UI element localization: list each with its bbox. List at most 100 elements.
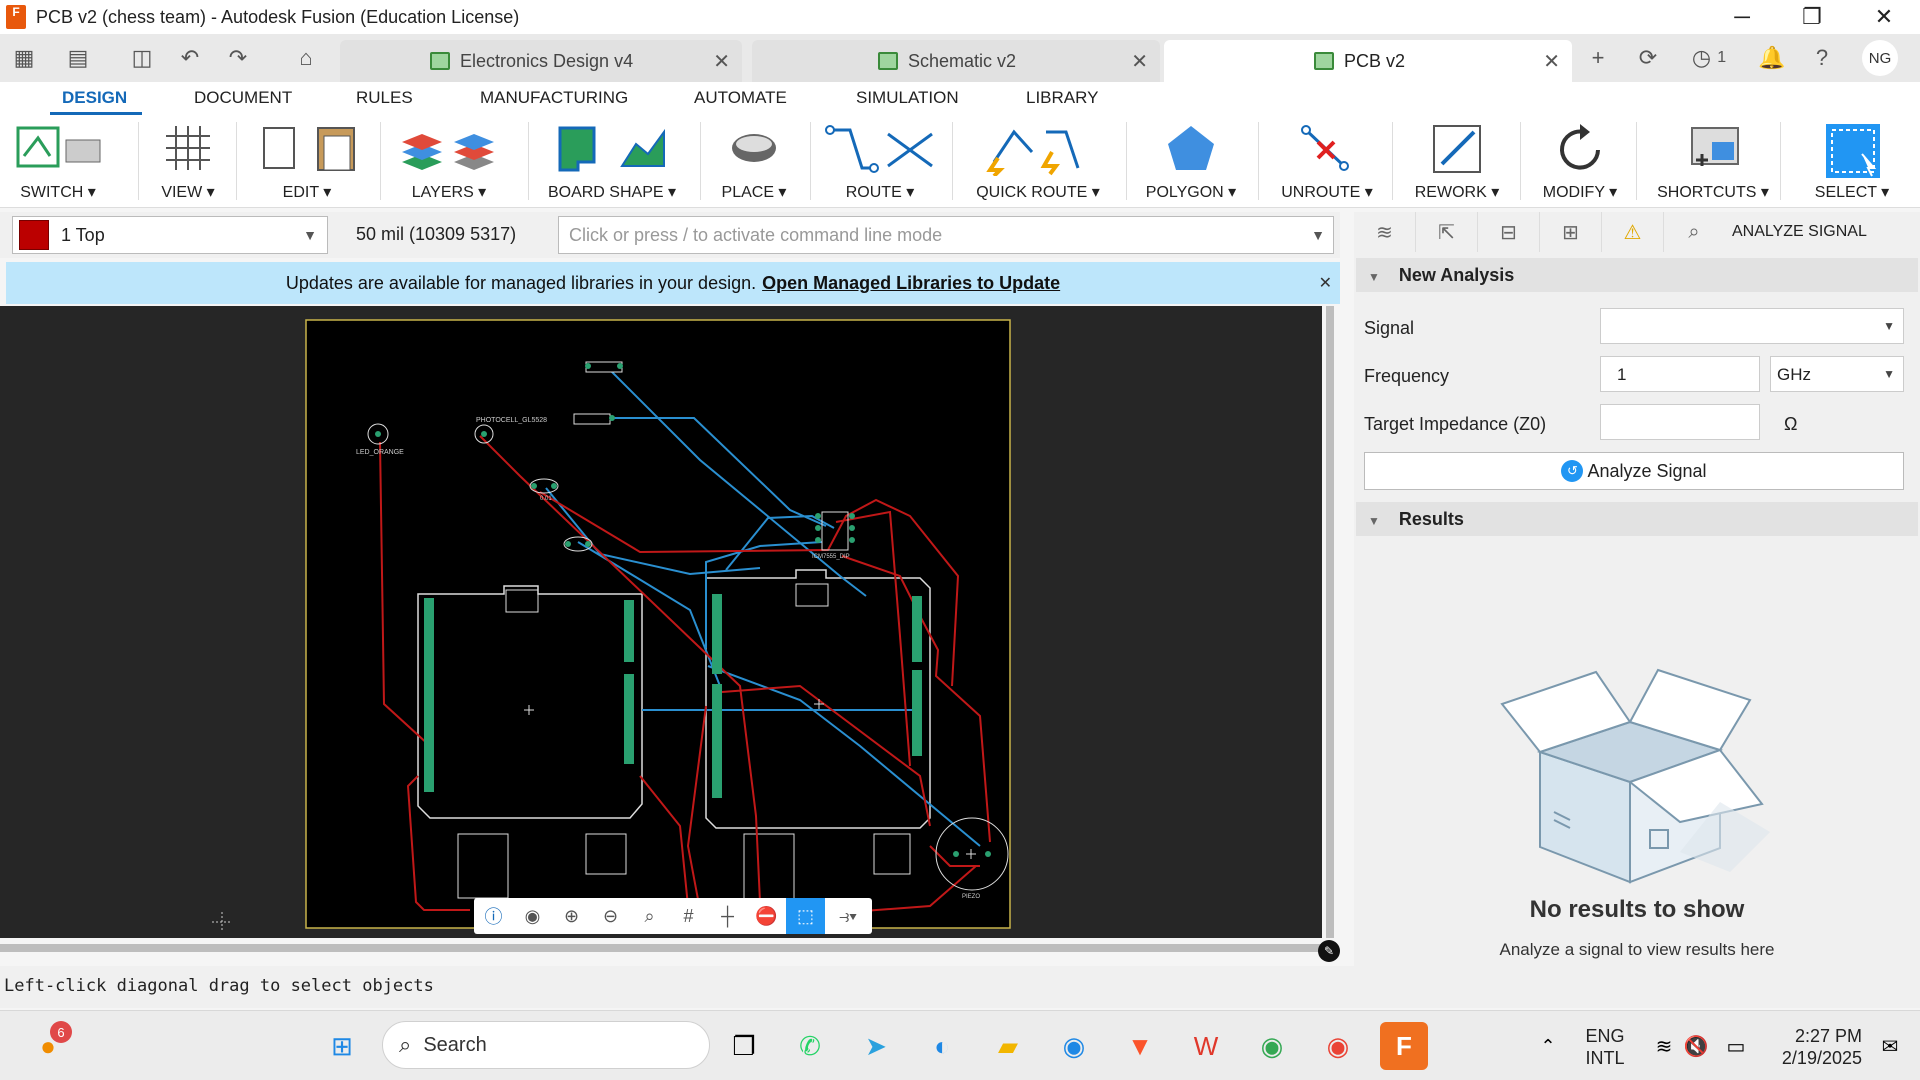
impedance-input[interactable]: [1600, 404, 1760, 440]
edit-group[interactable]: EDIT ▾: [246, 116, 368, 208]
info-icon[interactable]: ⓘ: [474, 898, 513, 934]
battery-icon[interactable]: ▭: [1712, 1022, 1760, 1070]
tab-electronics-design[interactable]: Electronics Design v4 ✕: [340, 40, 742, 82]
route-options-icon[interactable]: ⥽▾: [825, 898, 871, 934]
select-group[interactable]: SELECT ▾: [1792, 116, 1912, 208]
frequency-input[interactable]: 1: [1600, 356, 1760, 392]
telegram-icon[interactable]: ➤: [852, 1022, 900, 1070]
save-icon[interactable]: ◫: [124, 42, 160, 74]
place-group[interactable]: PLACE ▾: [710, 116, 798, 208]
close-window-button[interactable]: ✕: [1856, 0, 1912, 34]
horizontal-scrollbar[interactable]: [0, 944, 1322, 952]
canvas-navigation-bar: ⓘ ◉ ⊕ ⊖ ⌕ # ┼ ⛔ ⬚ ⥽▾: [474, 898, 872, 934]
clock[interactable]: 2:27 PM 2/19/2025: [1762, 1025, 1862, 1069]
board-shape-icon: [558, 126, 665, 172]
chevron-down-icon[interactable]: ▼: [1311, 227, 1325, 243]
tab-manufacturing[interactable]: MANUFACTURING: [480, 88, 628, 108]
signal-dropdown[interactable]: ▼: [1600, 308, 1904, 344]
visibility-icon[interactable]: ◉: [513, 898, 552, 934]
close-tab-icon[interactable]: ✕: [713, 49, 730, 74]
open-managed-libraries-link[interactable]: Open Managed Libraries to Update: [762, 273, 1060, 294]
grid-icon[interactable]: #: [669, 898, 708, 934]
tab-pcb[interactable]: PCB v2 ✕: [1164, 40, 1572, 82]
polygon-group[interactable]: POLYGON ▾: [1136, 116, 1246, 208]
layers-group[interactable]: LAYERS ▾: [390, 116, 508, 208]
shortcuts-group[interactable]: SHORTCUTS ▾: [1646, 116, 1780, 208]
select-mode-icon[interactable]: ⬚: [786, 898, 825, 934]
notifications-icon[interactable]: 🔔: [1754, 42, 1790, 74]
canvas-options-icon[interactable]: ✎: [1318, 940, 1340, 962]
close-tab-icon[interactable]: ✕: [1131, 49, 1148, 74]
app-grid-icon[interactable]: ▦: [6, 42, 42, 74]
file-menu-icon[interactable]: ▤: [60, 42, 96, 74]
home-icon[interactable]: ⌂: [288, 42, 324, 74]
chrome-profile-icon[interactable]: ◉: [1248, 1022, 1296, 1070]
minimize-button[interactable]: ─: [1714, 0, 1770, 34]
title-bar: F PCB v2 (chess team) - Autodesk Fusion …: [0, 0, 1920, 34]
sync-icon[interactable]: ⟳: [1630, 42, 1666, 74]
vertical-scrollbar[interactable]: [1326, 306, 1334, 938]
chrome-icon[interactable]: ◉: [1050, 1022, 1098, 1070]
frequency-unit-dropdown[interactable]: GHz ▼: [1770, 356, 1904, 392]
chevron-down-icon: ▼: [1883, 319, 1895, 333]
tab-automate[interactable]: AUTOMATE: [694, 88, 787, 108]
ribbon-separator: [700, 122, 701, 200]
chrome-profile-2-icon[interactable]: ◉: [1314, 1022, 1362, 1070]
restore-button[interactable]: ❐: [1784, 0, 1840, 34]
layer-dropdown[interactable]: 1 Top ▼: [12, 216, 328, 254]
board-shape-group[interactable]: BOARD SHAPE ▾: [538, 116, 686, 208]
fusion-taskbar-icon[interactable]: F: [1380, 1022, 1428, 1070]
wps-office-icon[interactable]: W: [1182, 1022, 1230, 1070]
stop-icon[interactable]: ⛔: [747, 898, 786, 934]
components-panel-icon[interactable]: ⊞: [1540, 212, 1602, 252]
new-tab-icon[interactable]: +: [1580, 42, 1616, 74]
ribbon-separator: [1780, 122, 1781, 200]
file-explorer-icon[interactable]: ▰: [984, 1022, 1032, 1070]
switch-group[interactable]: SWITCH ▾: [6, 116, 110, 208]
user-avatar[interactable]: NG: [1862, 40, 1898, 76]
tab-simulation[interactable]: SIMULATION: [856, 88, 959, 108]
tab-schematic[interactable]: Schematic v2 ✕: [752, 40, 1160, 82]
show-hidden-icons[interactable]: ⌃: [1524, 1022, 1572, 1070]
layers-panel-icon[interactable]: ≋: [1354, 212, 1416, 252]
analyze-panel-icon[interactable]: ⌕: [1664, 212, 1724, 252]
tab-rules[interactable]: RULES: [356, 88, 413, 108]
taskbar-search[interactable]: ⌕ Search: [382, 1021, 710, 1069]
unroute-group[interactable]: UNROUTE ▾: [1268, 116, 1386, 208]
pcb-canvas[interactable]: LED_ORANGE PHOTOCELL_GL5528 0.01 ICM7555…: [0, 306, 1322, 938]
language-indicator[interactable]: ENG INTL: [1580, 1025, 1630, 1069]
tab-document[interactable]: DOCUMENT: [194, 88, 292, 108]
command-bar: 1 Top ▼ 50 mil (10309 5317) Click or pre…: [0, 212, 1340, 258]
whatsapp-icon[interactable]: ✆: [786, 1022, 834, 1070]
brave-icon[interactable]: ▼: [1116, 1022, 1164, 1070]
start-windows-icon[interactable]: ⊞: [318, 1022, 366, 1070]
route-group[interactable]: ROUTE ▾: [820, 116, 940, 208]
impedance-label: Target Impedance (Z0): [1364, 414, 1547, 434]
undo-icon[interactable]: ↶: [172, 42, 208, 74]
zoom-fit-icon[interactable]: ⌕: [630, 898, 669, 934]
results-section[interactable]: ▼ Results: [1356, 502, 1918, 536]
help-icon[interactable]: ?: [1804, 42, 1840, 74]
tab-design[interactable]: DESIGN: [62, 88, 127, 108]
modify-group[interactable]: MODIFY ▾: [1530, 116, 1630, 208]
job-status-icon[interactable]: ◷ 1: [1684, 42, 1734, 74]
view-group[interactable]: VIEW ▾: [148, 116, 228, 208]
new-analysis-section[interactable]: ▼ New Analysis: [1356, 258, 1918, 292]
edge-icon[interactable]: ◐: [918, 1022, 966, 1070]
tab-library[interactable]: LIBRARY: [1026, 88, 1098, 108]
analyze-signal-button[interactable]: ↺ Analyze Signal: [1364, 452, 1904, 490]
zoom-out-icon[interactable]: ⊖: [591, 898, 630, 934]
close-banner-icon[interactable]: ✕: [1319, 273, 1332, 293]
notification-center-icon[interactable]: ✉: [1866, 1022, 1914, 1070]
rework-group[interactable]: REWORK ▾: [1402, 116, 1512, 208]
warning-panel-icon[interactable]: ⚠: [1602, 212, 1664, 252]
zoom-in-icon[interactable]: ⊕: [552, 898, 591, 934]
tree-panel-icon[interactable]: ⊟: [1478, 212, 1540, 252]
crosshair-icon[interactable]: ┼: [708, 898, 747, 934]
quick-route-group[interactable]: QUICK ROUTE ▾: [962, 116, 1114, 208]
redo-icon[interactable]: ↷: [220, 42, 256, 74]
command-line-input[interactable]: Click or press / to activate command lin…: [558, 216, 1334, 254]
selection-panel-icon[interactable]: ⇱: [1416, 212, 1478, 252]
close-tab-icon[interactable]: ✕: [1543, 49, 1560, 74]
task-view-icon[interactable]: ❐: [720, 1022, 768, 1070]
